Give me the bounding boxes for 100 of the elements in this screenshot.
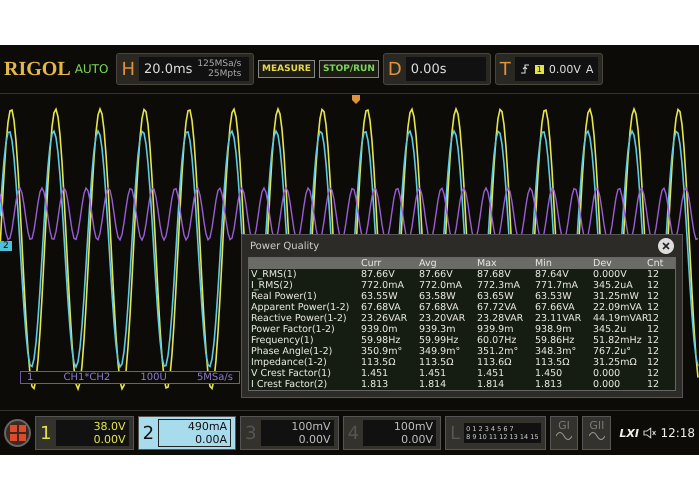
mode-label: AUTO: [74, 62, 108, 76]
table-cell-text: 67.66VA: [534, 302, 576, 313]
table-cell-text: 0.000V: [592, 269, 628, 280]
close-button[interactable]: [658, 238, 674, 254]
table-cell-text: 1.451: [360, 368, 390, 379]
column-header: Curr: [360, 258, 382, 269]
channel-offset: 0.00V: [94, 433, 126, 446]
table-cell-text: V Crest Factor(1): [250, 368, 332, 379]
horizontal-label: H: [121, 58, 136, 80]
channel-scale: 490mA: [188, 420, 228, 433]
math-source: 1: [27, 372, 34, 383]
table-cell-text: 59.86Hz: [534, 335, 576, 346]
trigger-edge-icon: [520, 64, 530, 74]
channel-offset: 0.00A: [195, 433, 228, 446]
source-badge: 1: [534, 64, 544, 74]
toolbar-button[interactable]: MEASURE: [258, 60, 315, 78]
table-cell-text: 87.64V: [534, 269, 570, 280]
table-cell-text: 12: [646, 346, 660, 357]
channel-panel[interactable]: 1 38.0V 0.00V: [35, 416, 134, 450]
table-cell-text: 12: [646, 357, 660, 368]
table-cell-text: 939.0m: [360, 324, 398, 335]
math-expression: CH1*CH2: [64, 372, 110, 383]
table-cell-text: 345.2u: [592, 324, 628, 335]
channel-scale: 100mV: [291, 420, 331, 433]
sample-rate: 125MSa/s: [197, 59, 242, 69]
table-cell-text: 767.2u°: [592, 346, 632, 357]
table-cell-text: Phase Angle(1-2): [250, 346, 334, 357]
table-cell-text: 67.68VA: [360, 302, 402, 313]
channel-scale: 100mV: [394, 420, 434, 433]
brand-logo: RIGOL: [4, 58, 71, 80]
table-cell-text: I Crest Factor(2): [250, 379, 328, 390]
coupling-label: A: [586, 62, 594, 76]
math-scale: 100U: [140, 372, 167, 383]
sine-icon: [588, 432, 605, 440]
trigger-label: T: [500, 58, 511, 80]
table-cell-text: Real Power(1): [250, 291, 318, 302]
table-cell-text: 12: [646, 302, 660, 313]
column-header: Min: [534, 258, 553, 269]
table-cell-text: Frequency(1): [250, 335, 315, 346]
table-cell-text: 59.99Hz: [418, 335, 460, 346]
table-cell-text: 772.0mA: [360, 280, 405, 291]
channel-scale: 38.0V: [94, 420, 126, 433]
table-cell-text: 350.9m°: [360, 346, 404, 357]
trigger-panel[interactable]: T 1 0.00V A: [494, 53, 604, 85]
table-cell-text: 349.9m°: [418, 346, 462, 357]
memory-depth: 25Mpts: [208, 69, 242, 79]
table-cell-text: 351.2m°: [476, 346, 520, 357]
table-cell-text: 63.58W: [418, 291, 457, 302]
table-cell-text: 12: [646, 291, 660, 302]
table-cell-text: 23.28VAR: [476, 313, 524, 324]
table-cell-text: 22.09mVA: [592, 302, 643, 313]
table-cell-text: 23.20VAR: [418, 313, 466, 324]
table-cell-text: 348.3m°: [534, 346, 578, 357]
table-cell-text: 1.814: [476, 379, 506, 390]
channel-marker: 2: [0, 241, 12, 251]
table-cell-text: 939.3m: [418, 324, 456, 335]
table-cell-text: 1.814: [418, 379, 448, 390]
lxi-logo: LXI: [619, 426, 639, 440]
table-cell-text: 113.5Ω: [534, 357, 570, 368]
channel-panel[interactable]: 2 490mA 0.00A: [138, 416, 236, 450]
table-cell-text: 59.98Hz: [360, 335, 402, 346]
table-cell-text: 63.53W: [534, 291, 573, 302]
table-cell-text: 345.2uA: [592, 280, 634, 291]
delay-label: D: [388, 58, 402, 80]
table-cell-text: 12: [647, 313, 660, 324]
toolbar-button[interactable]: STOP/RUN: [318, 60, 379, 78]
table-cell-text: Apparent Power(1-2): [250, 302, 350, 313]
table-cell-text: Impedance(1-2): [250, 357, 328, 368]
column-header: Avg: [418, 258, 438, 269]
table-cell-text: 67.68VA: [418, 302, 460, 313]
table-cell-text: 113.5Ω: [360, 357, 396, 368]
channel-offset: 0.00V: [401, 433, 434, 446]
trigger-level: 0.00V: [548, 62, 581, 76]
table-cell-text: 23.26VAR: [360, 313, 408, 324]
table-cell-text: 31.25mW: [592, 291, 640, 302]
channel-offset: 0.00V: [298, 433, 331, 446]
table-cell-text: 12: [646, 368, 660, 379]
close-icon: [662, 242, 670, 250]
clock-time: 12:18: [660, 426, 696, 440]
table-cell-text: Reactive Power(1-2): [250, 313, 348, 324]
channel-number: 1: [40, 422, 52, 444]
table-cell-text: 23.11VAR: [534, 313, 582, 324]
table-cell-text: 12: [646, 335, 660, 346]
table-cell-text: 1.451: [476, 368, 506, 379]
table-cell-text: 772.0mA: [418, 280, 463, 291]
menu-button[interactable]: [4, 419, 32, 447]
speaker-muted-icon: [642, 427, 656, 439]
table-cell-text: 1.813: [360, 379, 390, 390]
table-cell-text: 51.82mHz: [592, 335, 643, 346]
delay-panel[interactable]: D 0.00s: [382, 53, 491, 85]
table-cell-text: 0.000: [592, 368, 622, 379]
table-cell-text: 87.66V: [418, 269, 454, 280]
table-cell-text: 87.68V: [476, 269, 512, 280]
table-cell-text: 1.450: [534, 368, 564, 379]
table-cell-text: 12: [646, 379, 660, 390]
table-cell-text: 113.6Ω: [476, 357, 512, 368]
table-cell-text: 12: [646, 269, 660, 280]
table-cell-text: V_RMS(1): [250, 269, 298, 280]
table-cell-text: 67.72VA: [476, 302, 518, 313]
table-cell-text: I_RMS(2): [250, 280, 294, 291]
